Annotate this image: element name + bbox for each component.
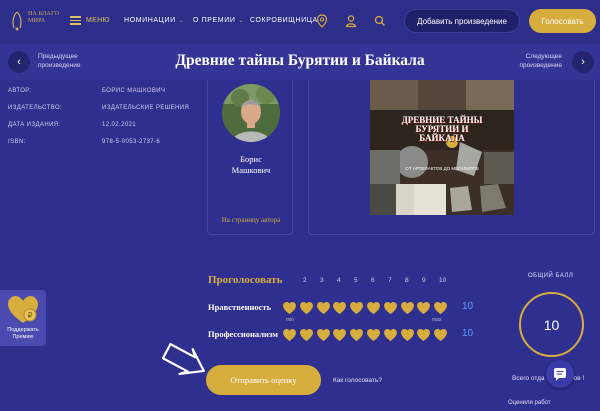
- logo-text-line-1: НА БЛАГО: [28, 11, 60, 17]
- rating-heart-icon[interactable]: [316, 302, 330, 314]
- top-navigation-bar: НА БЛАГО МИРА МЕНЮ НОМИНАЦИИ ⌄ О ПРЕМИИ …: [0, 0, 600, 44]
- author-name: Борис Машкович: [231, 154, 271, 175]
- rating-heart-icon[interactable]: [417, 302, 431, 314]
- rating-heart-icon[interactable]: [283, 302, 296, 314]
- chevron-right-icon: ›: [581, 56, 585, 68]
- morality-score: 10: [462, 301, 474, 312]
- vote-scale-number: 9: [422, 277, 426, 284]
- page-title: Древние тайны Бурятии и Байкала: [175, 52, 425, 69]
- total-score-value: 10: [543, 316, 560, 333]
- vote-scale-number: 4: [337, 277, 341, 284]
- cover-panel: ДРЕВНИЕ ТАЙНЫ БУРЯТИИ И БАЙКАЛА ОТ АРТЕФ…: [308, 80, 595, 235]
- meta-row-publisher: ИЗДАТЕЛЬСТВО: ИЗДАТЕЛЬСКИЕ РЕШЕНИЯ: [8, 105, 190, 111]
- vote-scale-number: 3: [320, 277, 324, 284]
- rating-heart-icon[interactable]: [350, 302, 364, 314]
- next-work-label[interactable]: Следующее произведение: [520, 52, 562, 70]
- laurel-logo-icon: [12, 11, 22, 31]
- criterion-professionalism-label: Профессионализм: [208, 329, 279, 339]
- user-profile-icon[interactable]: [345, 14, 357, 28]
- rating-heart-icon[interactable]: [333, 329, 347, 341]
- cover-title: ДРЕВНИЕ ТАЙНЫ БУРЯТИИ И БАЙКАЛА: [401, 115, 483, 143]
- nav-treasury[interactable]: СОКРОВИЩНИЦА: [250, 17, 318, 24]
- vote-button[interactable]: Голосовать: [529, 9, 596, 33]
- heart-coin-icon: ₽: [8, 296, 38, 323]
- vote-scale-number: 7: [388, 277, 392, 284]
- rating-heart-icon[interactable]: [383, 302, 397, 314]
- rated-works-label: Оценили работ: [508, 400, 551, 406]
- location-pin-icon[interactable]: [316, 14, 328, 28]
- vote-scale-number: 6: [371, 277, 375, 284]
- previous-work-label[interactable]: Предыдущее произведение: [38, 52, 80, 70]
- meta-row-date: ДАТА ИЗДАНИЯ: 12.02.2021: [8, 122, 137, 128]
- book-cover[interactable]: ДРЕВНИЕ ТАЙНЫ БУРЯТИИ И БАЙКАЛА ОТ АРТЕФ…: [370, 80, 514, 215]
- meta-row-isbn: ISBN: 978-5-0053-2737-6: [8, 139, 161, 145]
- rating-heart-icon[interactable]: [367, 302, 380, 314]
- rating-heart-icon[interactable]: [417, 329, 431, 341]
- work-content: АВТОР: БОРИС МАШКОВИЧ ИЗДАТЕЛЬСТВО: ИЗДА…: [0, 80, 600, 411]
- rating-heart-icon[interactable]: [299, 329, 313, 341]
- book-cover-image: [370, 80, 514, 215]
- vote-scale-number: 2: [303, 277, 307, 284]
- chevron-down-icon: ⌄: [178, 18, 185, 24]
- logo[interactable]: НА БЛАГО МИРА: [10, 10, 60, 34]
- menu-button[interactable]: МЕНЮ: [70, 16, 110, 25]
- chat-icon: [554, 368, 566, 381]
- logo-text-line-2: МИРА: [28, 17, 46, 24]
- author-avatar: [222, 84, 280, 142]
- rating-heart-icon[interactable]: [434, 329, 448, 341]
- submit-rating-button[interactable]: Отправить оценку: [206, 365, 321, 395]
- rating-heart-icon[interactable]: [383, 329, 397, 341]
- rating-heart-icon[interactable]: [400, 302, 414, 314]
- hamburger-icon: [70, 16, 81, 25]
- previous-work-button[interactable]: ‹: [8, 51, 30, 73]
- meta-row-author: АВТОР: БОРИС МАШКОВИЧ: [8, 88, 166, 94]
- menu-label: МЕНЮ: [86, 17, 110, 24]
- rating-heart-icon[interactable]: [333, 302, 347, 314]
- author-page-link[interactable]: На страницу автора: [208, 216, 294, 224]
- work-title-bar: ‹ Предыдущее произведение Древние тайны …: [0, 44, 600, 80]
- nav-nominations[interactable]: НОМИНАЦИИ ⌄: [124, 17, 184, 24]
- rating-heart-icon[interactable]: [316, 329, 330, 341]
- vote-scale-number: 10: [439, 277, 447, 284]
- chat-button[interactable]: [546, 360, 574, 388]
- min-label: min: [286, 317, 295, 323]
- add-work-button[interactable]: Добавить произведение: [404, 9, 520, 33]
- professionalism-score: 10: [462, 328, 474, 339]
- support-label: Поддержать Премию: [7, 327, 39, 340]
- author-photo: [222, 84, 280, 142]
- rating-heart-icon[interactable]: [367, 329, 380, 341]
- nav-about-prize[interactable]: О ПРЕМИИ ⌄: [193, 17, 244, 24]
- rating-heart-icon[interactable]: [283, 329, 296, 341]
- cover-subtitle: ОТ АРТЕФАКТОВ ДО МЕГАЛИТОВ: [405, 166, 479, 171]
- max-label: max: [432, 317, 442, 323]
- author-card: Борис Машкович На страницу автора: [207, 80, 293, 235]
- vote-scale-number: 5: [354, 277, 358, 284]
- rating-heart-icon[interactable]: [400, 329, 414, 341]
- total-score-label: ОБЩИЙ БАЛЛ: [528, 273, 574, 279]
- svg-text:₽: ₽: [27, 311, 32, 320]
- rating-heart-icon[interactable]: [434, 302, 448, 314]
- criterion-morality-label: Нравственность: [208, 302, 272, 312]
- chevron-left-icon: ‹: [17, 56, 21, 68]
- vote-scale-number: 8: [405, 277, 409, 284]
- chevron-down-icon: ⌄: [238, 18, 245, 24]
- search-icon[interactable]: [374, 14, 386, 28]
- rating-heart-icon[interactable]: [299, 302, 313, 314]
- vote-heading: Проголосовать: [208, 274, 283, 286]
- how-to-vote-link[interactable]: Как голосовать?: [333, 377, 382, 384]
- rating-heart-icon[interactable]: [350, 329, 364, 341]
- next-work-button[interactable]: ›: [572, 51, 594, 73]
- support-prize-widget[interactable]: ₽ Поддержать Премию: [0, 290, 46, 346]
- total-score-circle: 10: [519, 292, 584, 357]
